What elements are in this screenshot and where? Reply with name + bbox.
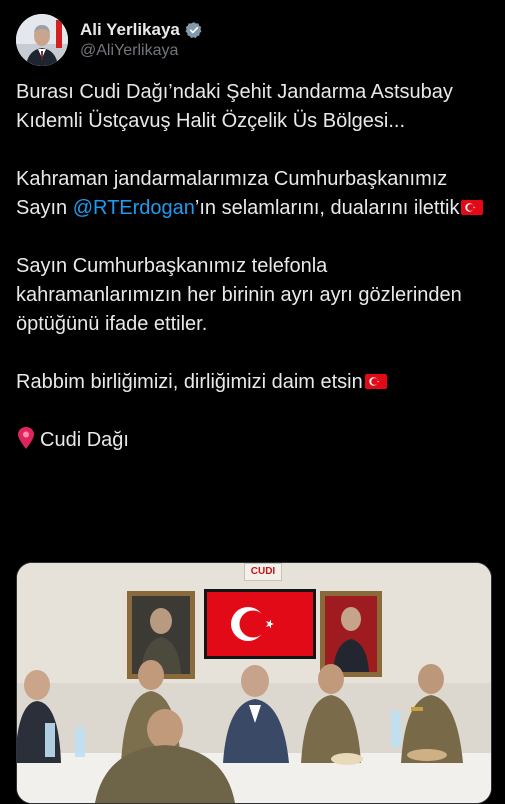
location-pin-icon xyxy=(18,427,34,449)
avatar-image xyxy=(16,14,68,66)
location-text: Cudi Dağı xyxy=(40,429,129,451)
paragraph-2-end: ’ın selamlarını, dualarını ilettik xyxy=(194,197,460,219)
cudi-sign: CUDI xyxy=(244,563,282,581)
avatar[interactable] xyxy=(16,14,68,66)
mention-link[interactable]: @RTErdogan xyxy=(73,197,195,219)
author-handle[interactable]: @AliYerlikaya xyxy=(80,42,203,60)
turkish-flag-icon xyxy=(364,374,387,389)
tweet-paragraph-1: Burası Cudi Dağı’ndaki Şehit Jandarma As… xyxy=(16,81,453,132)
meeting-photo-image xyxy=(17,563,491,803)
tweet-header: Ali Yerlikaya @AliYerlikaya xyxy=(16,14,203,66)
tweet-photo[interactable]: CUDI xyxy=(16,562,492,804)
author-info: Ali Yerlikaya @AliYerlikaya xyxy=(80,20,203,60)
author-display-name[interactable]: Ali Yerlikaya xyxy=(80,20,180,40)
tweet-text: Burası Cudi Dağı’ndaki Şehit Jandarma As… xyxy=(16,78,494,455)
paragraph-4-text: Rabbim birliğimizi, dirliğimizi daim ets… xyxy=(16,371,363,393)
verified-badge-icon xyxy=(185,22,202,39)
tweet-paragraph-4: Rabbim birliğimizi, dirliğimizi daim ets… xyxy=(16,368,494,397)
turkish-flag-icon xyxy=(461,200,484,215)
tweet-paragraph-3: Sayın Cumhurbaşkanımız telefonla kahrama… xyxy=(16,255,462,335)
tweet-location[interactable]: Cudi Dağı xyxy=(16,426,494,455)
tweet-paragraph-2: Kahraman jandarmalarımıza Cumhurbaşkanım… xyxy=(16,165,494,223)
